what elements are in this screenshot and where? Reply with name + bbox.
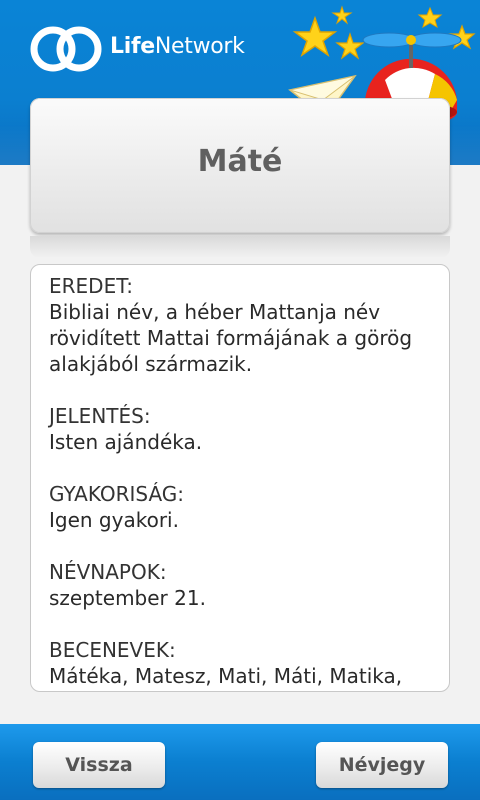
info-section-frequency: GYAKORISÁG: Igen gyakori. — [49, 481, 433, 533]
section-body: Igen gyakori. — [49, 508, 179, 532]
section-label: BECENEVEK: — [49, 638, 176, 662]
info-section-namedays: NÉVNAPOK: szeptember 21. — [49, 559, 433, 611]
brand-name-bold: Life — [110, 34, 155, 59]
star-icon — [417, 6, 443, 29]
info-text: EREDET: Bibliai név, a héber Mattanja né… — [49, 273, 433, 691]
star-icon — [331, 5, 353, 25]
name-card: Máté — [30, 98, 450, 233]
brand-name-light: Network — [154, 34, 245, 59]
lifenetwork-logo-icon — [30, 26, 102, 72]
info-section-nicknames: BECENEVEK: Mátéka, Matesz, Mati, Máti, M… — [49, 637, 433, 689]
name-card-reflection — [30, 236, 450, 258]
back-button[interactable]: Vissza — [33, 742, 165, 788]
section-label: JELENTÉS: — [49, 404, 151, 428]
brand-name: LifeNetwork — [110, 34, 245, 59]
name-info-panel[interactable]: EREDET: Bibliai név, a héber Mattanja né… — [30, 264, 450, 692]
info-section-origin: EREDET: Bibliai név, a héber Mattanja né… — [49, 273, 433, 377]
section-body: Mátéka, Matesz, Mati, Máti, Matika, — [49, 664, 403, 688]
section-label: EREDET: — [49, 274, 133, 298]
section-label: NÉVNAPOK: — [49, 560, 167, 584]
section-body: szeptember 21. — [49, 586, 206, 610]
bottom-bar: Vissza Névjegy — [0, 724, 480, 800]
star-icon — [335, 32, 365, 60]
about-button[interactable]: Névjegy — [316, 742, 448, 788]
star-icon — [292, 15, 338, 57]
section-body: Bibliai név, a héber Mattanja név rövidí… — [49, 300, 413, 376]
section-label: GYAKORISÁG: — [49, 482, 185, 506]
name-title: Máté — [197, 144, 283, 179]
info-section-meaning: JELENTÉS: Isten ajándéka. — [49, 403, 433, 455]
section-body: Isten ajándéka. — [49, 430, 203, 454]
